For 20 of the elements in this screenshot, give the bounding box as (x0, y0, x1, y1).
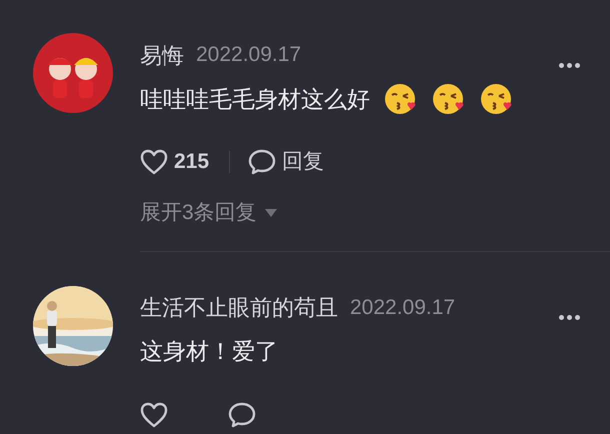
heart-icon[interactable] (140, 402, 168, 428)
more-button[interactable] (557, 60, 582, 70)
kissing-face-icon (432, 82, 466, 116)
comment-icon[interactable] (248, 149, 276, 175)
comment-date: 2022.09.17 (350, 294, 456, 321)
comment-text: 哇哇哇毛毛身材这么好 (140, 84, 370, 114)
avatar[interactable] (33, 33, 113, 113)
heart-icon[interactable] (140, 149, 168, 175)
comment-text: 这身材！爱了 (140, 337, 278, 366)
expand-replies-button[interactable]: 展开3条回复 (140, 197, 277, 228)
more-button[interactable] (557, 313, 582, 322)
like-count[interactable]: 215 (174, 146, 210, 178)
kissing-face-icon (384, 82, 418, 116)
caret-icon (264, 208, 277, 217)
comment-date: 2022.09.17 (196, 42, 302, 68)
comment-icon[interactable] (228, 402, 256, 428)
author-name[interactable]: 生活不止眼前的苟且 (140, 291, 338, 324)
reply-link[interactable]: 回复 (282, 146, 324, 178)
author-name[interactable]: 易悔 (140, 38, 184, 72)
kissing-face-icon (480, 82, 514, 116)
